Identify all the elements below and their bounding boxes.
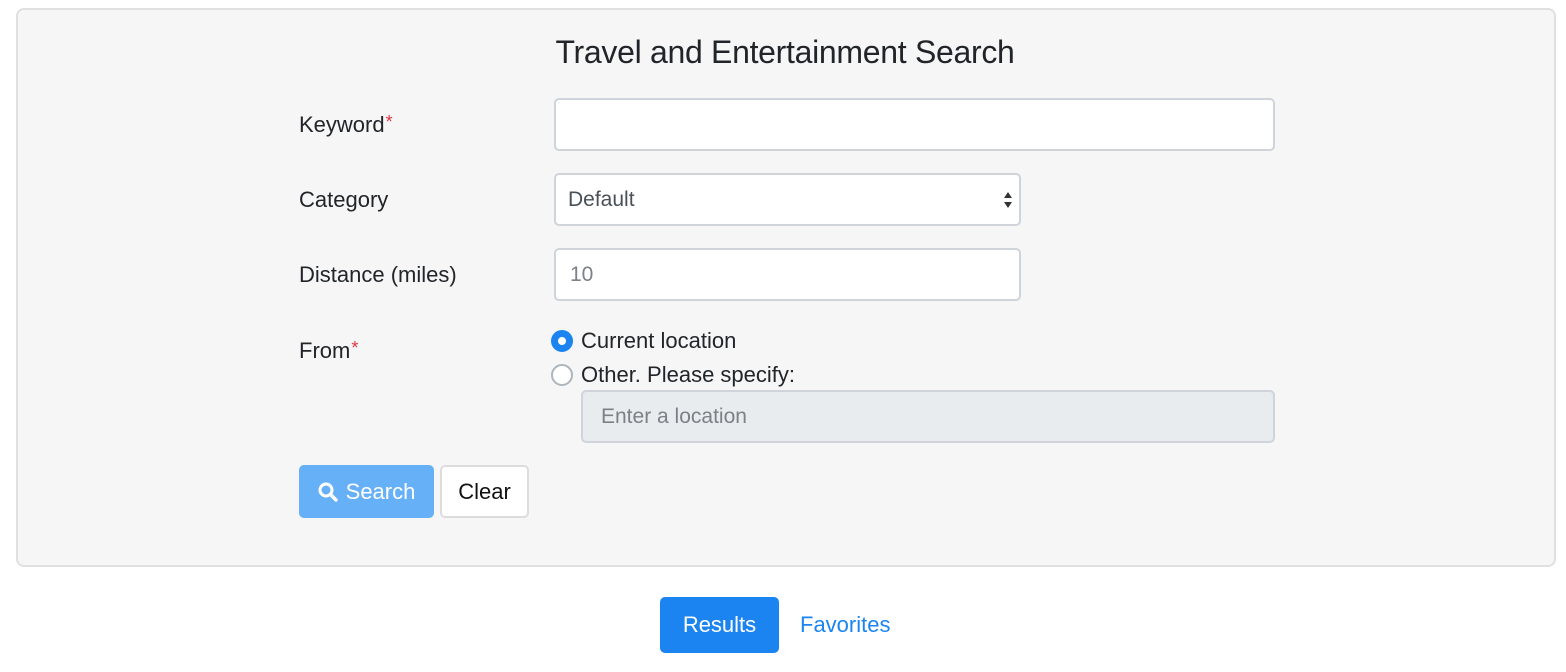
radio-current-location[interactable]: Current location — [551, 328, 736, 354]
tab-results[interactable]: Results — [660, 597, 779, 653]
keyword-input[interactable] — [554, 98, 1275, 151]
clear-button[interactable]: Clear — [440, 465, 529, 518]
search-button-label: Search — [345, 478, 416, 504]
category-label: Category — [299, 187, 389, 212]
clear-button-label: Clear — [458, 478, 511, 504]
tab-results-label: Results — [682, 612, 757, 637]
radio-other-location-label: Other. Please specify: — [581, 362, 795, 387]
sort-arrows-icon — [1003, 190, 1013, 210]
search-button[interactable]: Search — [299, 465, 434, 518]
search-icon — [318, 482, 338, 502]
distance-input[interactable] — [554, 248, 1021, 301]
radio-checked-icon[interactable] — [551, 330, 573, 352]
from-label-text: From — [299, 338, 351, 363]
radio-unchecked-icon[interactable] — [551, 364, 573, 386]
from-label: From* — [299, 338, 358, 364]
keyword-required-mark: * — [385, 112, 393, 132]
page-title: Travel and Entertainment Search — [555, 34, 1015, 70]
from-required-mark: * — [351, 338, 359, 358]
radio-other-location[interactable]: Other. Please specify: — [551, 362, 795, 388]
location-input[interactable] — [581, 390, 1275, 443]
keyword-label-text: Keyword — [299, 112, 385, 137]
tab-favorites[interactable]: Favorites — [800, 612, 890, 638]
radio-current-location-label: Current location — [581, 328, 737, 353]
category-selected-value: Default — [568, 187, 635, 211]
distance-label: Distance (miles) — [299, 262, 457, 287]
keyword-label: Keyword* — [299, 112, 393, 138]
category-select[interactable]: Default — [554, 173, 1021, 226]
